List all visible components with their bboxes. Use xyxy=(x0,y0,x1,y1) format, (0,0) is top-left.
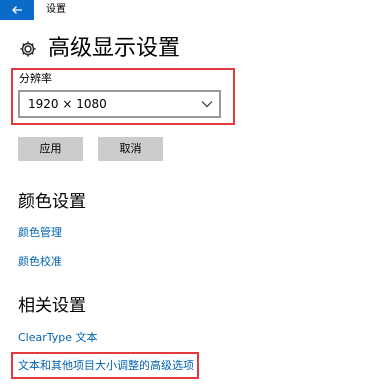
color-management-link[interactable]: 颜色管理 xyxy=(18,226,62,240)
back-button[interactable] xyxy=(0,0,34,20)
cleartype-text-link[interactable]: ClearType 文本 xyxy=(18,331,98,345)
title-bar: 设置 xyxy=(0,0,384,20)
gear-icon xyxy=(20,41,36,57)
color-settings-title: 颜色设置 xyxy=(18,192,86,212)
window-title: 设置 xyxy=(46,4,66,15)
related-settings-title: 相关设置 xyxy=(18,296,86,316)
color-calibration-link[interactable]: 颜色校准 xyxy=(18,255,62,269)
page-title: 高级显示设置 xyxy=(48,36,181,61)
resolution-dropdown[interactable]: 1920 × 1080 xyxy=(18,90,221,118)
resolution-label: 分辨率 xyxy=(19,72,52,85)
chevron-down-icon xyxy=(201,101,213,108)
arrow-left-icon xyxy=(12,6,22,14)
resolution-value: 1920 × 1080 xyxy=(28,97,107,111)
apply-button[interactable]: 应用 xyxy=(18,137,83,161)
advanced-text-sizing-link[interactable]: 文本和其他项目大小调整的高级选项 xyxy=(18,359,194,373)
cancel-button[interactable]: 取消 xyxy=(98,137,163,161)
